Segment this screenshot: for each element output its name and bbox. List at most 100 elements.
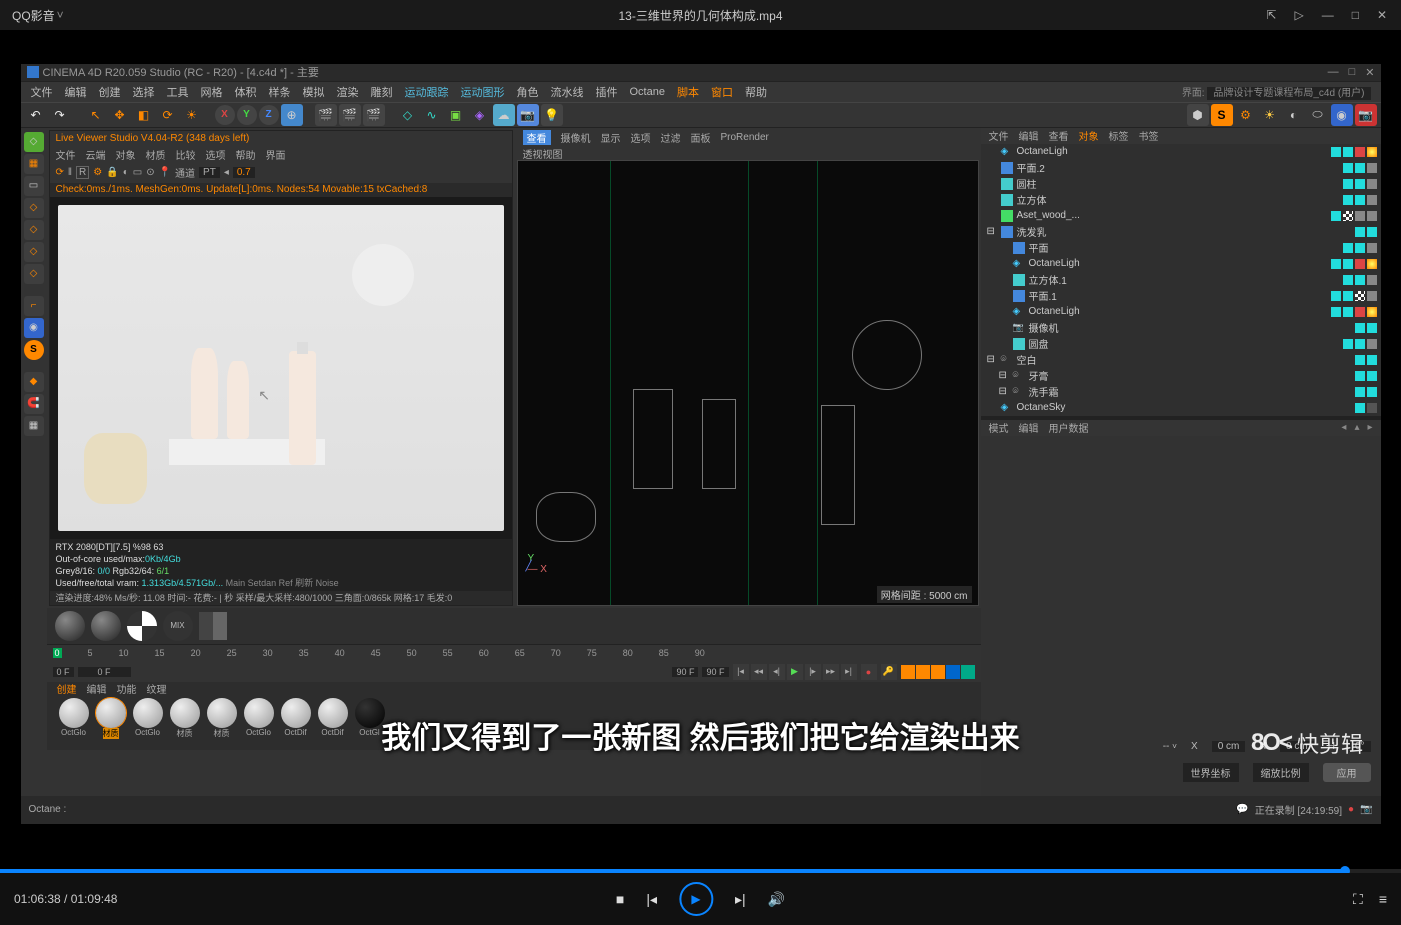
lv-menu-file[interactable]: 文件 [56, 147, 76, 162]
frame-end2-field[interactable]: 90 F [702, 667, 728, 677]
cube2-icon[interactable]: ◇ [24, 220, 44, 240]
spline-primitive-icon[interactable]: ∿ [421, 104, 443, 126]
generator-icon[interactable]: ▣ [445, 104, 467, 126]
status-bubble-icon[interactable]: 💬 [1236, 804, 1248, 815]
light-icon[interactable]: 💡 [541, 104, 563, 126]
object-name[interactable]: OctaneSky [1017, 402, 1066, 413]
expand-icon[interactable]: ⊟ [987, 226, 997, 237]
menu-spline[interactable]: 样条 [269, 84, 291, 100]
lv-focus-icon[interactable]: ⊙ [146, 167, 154, 178]
object-name[interactable]: 摄像机 [1029, 320, 1059, 335]
object-row[interactable]: ◈OctaneLigh [981, 256, 1381, 272]
tag-chk[interactable] [1343, 243, 1353, 253]
layout-dropdown[interactable]: 品牌设计专题课程布局_c4d (用户) [1207, 87, 1370, 100]
tag-chk[interactable] [1355, 339, 1365, 349]
frame-end1-field[interactable]: 90 F [672, 667, 698, 677]
lv-menu-help[interactable]: 帮助 [236, 147, 256, 162]
tag-chk[interactable] [1355, 195, 1365, 205]
lv-start-icon[interactable]: ⟳ [56, 167, 64, 178]
stop-icon[interactable]: ■ [616, 891, 624, 907]
menu-select[interactable]: 选择 [133, 84, 155, 100]
tag-grey[interactable] [1367, 195, 1377, 205]
menu-script[interactable]: 脚本 [677, 84, 699, 100]
menu-render[interactable]: 渲染 [337, 84, 359, 100]
mb-tab-func[interactable]: 功能 [117, 681, 137, 696]
key-scale-icon[interactable] [916, 665, 930, 679]
tex-icon[interactable]: ◐ [1283, 104, 1305, 126]
tag-chk[interactable] [1343, 291, 1353, 301]
tag-chk[interactable] [1343, 179, 1353, 189]
vp-menu-filter[interactable]: 过滤 [661, 130, 681, 145]
undo-icon[interactable]: ↶ [25, 104, 47, 126]
object-name[interactable]: 平面.1 [1029, 288, 1057, 303]
cube4-icon[interactable]: ◇ [24, 264, 44, 284]
coord-scale-dropdown[interactable]: 缩放比例 [1253, 763, 1309, 782]
menu-help[interactable]: 帮助 [745, 84, 767, 100]
tag-chk[interactable] [1343, 259, 1353, 269]
mat-mix-icon[interactable]: MIX [163, 611, 193, 641]
tag-chk[interactable] [1355, 163, 1365, 173]
camera-icon[interactable]: 📷 [517, 104, 539, 126]
octane-icon[interactable]: ⬢ [1187, 104, 1209, 126]
prev-frame-icon[interactable]: ◂| [769, 664, 785, 680]
om-tab-tags[interactable]: 标签 [1109, 128, 1129, 143]
expand-icon[interactable]: ⊟ [999, 370, 1009, 381]
tag-grey[interactable] [1367, 339, 1377, 349]
menu-octane[interactable]: Octane [630, 86, 665, 98]
object-name[interactable]: 圆盘 [1029, 336, 1049, 351]
rotate-tool-icon[interactable]: ⟳ [157, 104, 179, 126]
popout-icon[interactable]: ⇱ [1266, 8, 1276, 22]
tag-chk[interactable] [1355, 355, 1365, 365]
tag-sun[interactable] [1367, 307, 1377, 317]
c4d-close-icon[interactable]: ✕ [1365, 66, 1374, 79]
menu-mesh[interactable]: 网格 [201, 84, 223, 100]
attr-nav-up-icon[interactable]: ▴ [1354, 422, 1359, 433]
lv-lock-icon[interactable]: 🔒 [106, 167, 118, 178]
tag-chk[interactable] [1355, 243, 1365, 253]
tag-chk[interactable] [1331, 291, 1341, 301]
tag-chk[interactable] [1343, 307, 1353, 317]
attr-nav-prev-icon[interactable]: ◂ [1341, 422, 1346, 433]
cube-primitive-icon[interactable]: ◇ [397, 104, 419, 126]
lv-menu-layout[interactable]: 界面 [266, 147, 286, 162]
playlist-icon[interactable]: ≡ [1379, 891, 1387, 908]
object-name[interactable]: 平面.2 [1017, 160, 1045, 175]
object-name[interactable]: 空白 [1017, 352, 1037, 367]
redo-icon[interactable]: ↷ [49, 104, 71, 126]
mat-sphere-2[interactable] [91, 611, 121, 641]
object-row[interactable]: ⊟⌾牙膏 [981, 368, 1381, 384]
axis-z-toggle[interactable]: Z [259, 105, 279, 125]
c4d-minimize-icon[interactable]: — [1328, 66, 1339, 79]
coord-x-field[interactable]: 0 cm [1212, 741, 1246, 752]
tag-chk[interactable] [1343, 163, 1353, 173]
tag-chk[interactable] [1367, 355, 1377, 365]
menu-plugins[interactable]: 插件 [596, 84, 618, 100]
mb-tab-create[interactable]: 创建 [57, 681, 77, 696]
tag-check[interactable] [1355, 291, 1365, 301]
menu-window[interactable]: 窗口 [711, 84, 733, 100]
axis-y-toggle[interactable]: Y [237, 105, 257, 125]
maximize-icon[interactable]: □ [1352, 8, 1359, 22]
vp-menu-options[interactable]: 选项 [631, 130, 651, 145]
lv-gear-icon[interactable]: ⚙ [93, 167, 102, 178]
tag-grey[interactable] [1367, 163, 1377, 173]
object-row[interactable]: ◈OctaneSky [981, 400, 1381, 416]
tag-chk[interactable] [1355, 371, 1365, 381]
qq-app-title[interactable]: QQ影音 [0, 7, 55, 24]
object-row[interactable]: 立方体 [981, 192, 1381, 208]
tag-chk[interactable] [1355, 403, 1365, 413]
tag-sun[interactable] [1367, 259, 1377, 269]
fullscreen-icon[interactable]: ⛶ [1353, 891, 1363, 908]
object-row[interactable]: ⊟⌾洗手霜 [981, 384, 1381, 400]
vp-menu-camera[interactable]: 摄像机 [561, 130, 591, 145]
tag-chk[interactable] [1355, 323, 1365, 333]
axis-x-toggle[interactable]: X [215, 105, 235, 125]
mat-checker-icon[interactable] [127, 611, 157, 641]
menu-tools[interactable]: 工具 [167, 84, 189, 100]
tag-sun[interactable] [1367, 147, 1377, 157]
attr-tab-mode[interactable]: 模式 [989, 420, 1009, 435]
tag-grey[interactable] [1355, 211, 1365, 221]
object-name[interactable]: 圆柱 [1017, 176, 1037, 191]
tag-grey[interactable] [1367, 211, 1377, 221]
object-name[interactable]: 平面 [1029, 240, 1049, 255]
